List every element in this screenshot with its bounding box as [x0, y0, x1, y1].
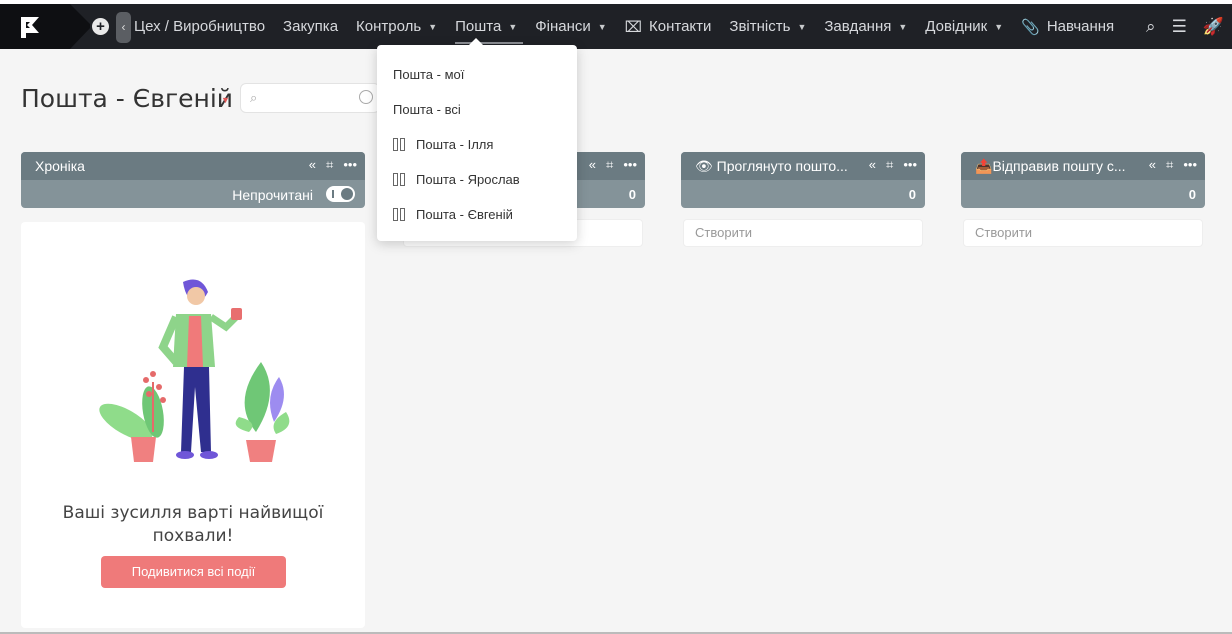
add-circle-icon[interactable]: +: [92, 18, 109, 35]
search-input[interactable]: ⌕: [240, 83, 380, 113]
nav-item-production[interactable]: Цех / Виробництво: [134, 4, 265, 49]
contacts-icon: ⌧: [624, 18, 642, 36]
dropdown-item-mail-mine[interactable]: Пошта - мої: [377, 57, 577, 92]
caret-down-icon: ▼: [994, 21, 1004, 32]
nav-item-purchasing[interactable]: Закупка: [283, 4, 338, 49]
caret-down-icon: ▼: [428, 21, 438, 32]
column-title: 👁 Проглянуто пошто...: [695, 158, 848, 174]
column-title: Хроніка: [35, 158, 85, 174]
dropdown-item-mail-illia[interactable]: Пошта - Ілля: [377, 127, 577, 162]
paperclip-icon: 📎: [1021, 18, 1040, 36]
topbar-right-icons: ⌕ ☰ 🚀: [1146, 4, 1232, 49]
nav-item-finance[interactable]: Фінанси ▼: [535, 4, 606, 49]
search-icon[interactable]: ⌕: [1146, 17, 1156, 37]
nav-item-training[interactable]: 📎 Навчання: [1021, 4, 1114, 49]
column-count: 0: [628, 187, 636, 202]
more-icon[interactable]: •••: [903, 157, 917, 173]
nav-item-control[interactable]: Контроль ▼: [356, 4, 437, 49]
filter-icon[interactable]: [359, 90, 373, 104]
board-icon: [393, 173, 407, 186]
dropdown-item-mail-yevhenii[interactable]: Пошта - Євгеній: [377, 197, 577, 232]
collapse-left-icon[interactable]: «: [309, 157, 316, 173]
scan-icon[interactable]: ⌗: [326, 157, 333, 173]
empty-state-message: Ваші зусилля варті найвищої похвали!: [62, 503, 324, 546]
dropdown-item-mail-yaroslav[interactable]: Пошта - Ярослав: [377, 162, 577, 197]
nav-item-mail[interactable]: Пошта ▼: [455, 4, 524, 49]
create-card-button[interactable]: Створити: [963, 219, 1203, 247]
logo-area[interactable]: [0, 4, 90, 49]
mail-dropdown-menu: Пошта - мої Пошта - всі Пошта - Ілля Пош…: [377, 38, 577, 241]
nav-item-directory[interactable]: Довідник ▼: [925, 4, 1003, 49]
person-with-plants-illustration: [99, 279, 290, 462]
column-title: 📤Відправив пошту с...: [975, 158, 1126, 174]
dropdown-item-mail-all[interactable]: Пошта - всі: [377, 92, 577, 127]
outbox-icon: 📤: [975, 158, 993, 174]
column-count: 0: [1188, 187, 1196, 202]
more-icon[interactable]: •••: [623, 157, 637, 173]
nav-item-tasks[interactable]: Завдання ▼: [824, 4, 907, 49]
eye-icon: 👁: [695, 158, 713, 174]
more-icon[interactable]: •••: [1183, 157, 1197, 173]
unread-label: Непрочитані: [232, 187, 313, 203]
menu-icon[interactable]: ☰: [1172, 17, 1187, 37]
column-header-sent: 📤Відправив пошту с... « ⌗ ••• 0: [961, 152, 1205, 208]
caret-down-icon: ▼: [797, 21, 807, 32]
rocket-icon[interactable]: 🚀: [1203, 17, 1224, 37]
board-icon: [393, 208, 407, 221]
collapse-left-icon[interactable]: «: [589, 157, 596, 173]
page-title: Пошта - Євгеній: [21, 84, 234, 113]
main-nav: Цех / Виробництво Закупка Контроль ▼ Пошт…: [134, 4, 1132, 49]
top-navigation-bar: + ‹ Цех / Виробництво Закупка Контроль ▼ …: [0, 4, 1232, 49]
nav-item-reports[interactable]: Звітність ▼: [729, 4, 806, 49]
collapse-left-icon[interactable]: «: [869, 157, 876, 173]
board-icon: [393, 138, 407, 151]
column-header-chronicle: Хроніка « ⌗ ••• Непрочитані: [21, 152, 365, 208]
search-icon: ⌕: [250, 90, 258, 105]
caret-down-icon: ▼: [898, 21, 908, 32]
nav-item-contacts[interactable]: ⌧ Контакти: [625, 4, 712, 49]
collapse-left-icon[interactable]: «: [1149, 157, 1156, 173]
collapse-chevron-button[interactable]: ‹: [116, 12, 131, 43]
logo-icon: [21, 17, 39, 38]
scan-icon[interactable]: ⌗: [886, 157, 893, 173]
title-caret-icon[interactable]: ▼: [221, 95, 230, 105]
more-icon[interactable]: •••: [343, 157, 357, 173]
caret-down-icon: ▼: [508, 21, 518, 32]
create-card-button[interactable]: Створити: [683, 219, 923, 247]
scan-icon[interactable]: ⌗: [606, 157, 613, 173]
caret-down-icon: ▼: [597, 21, 607, 32]
scan-icon[interactable]: ⌗: [1166, 157, 1173, 173]
empty-state-card: Ваші зусилля варті найвищої похвали! Под…: [21, 222, 365, 628]
column-header-viewed: 👁 Проглянуто пошто... « ⌗ ••• 0: [681, 152, 925, 208]
unread-toggle[interactable]: [326, 186, 355, 202]
view-all-events-button[interactable]: Подивитися всі події: [101, 556, 286, 588]
column-count: 0: [908, 187, 916, 202]
